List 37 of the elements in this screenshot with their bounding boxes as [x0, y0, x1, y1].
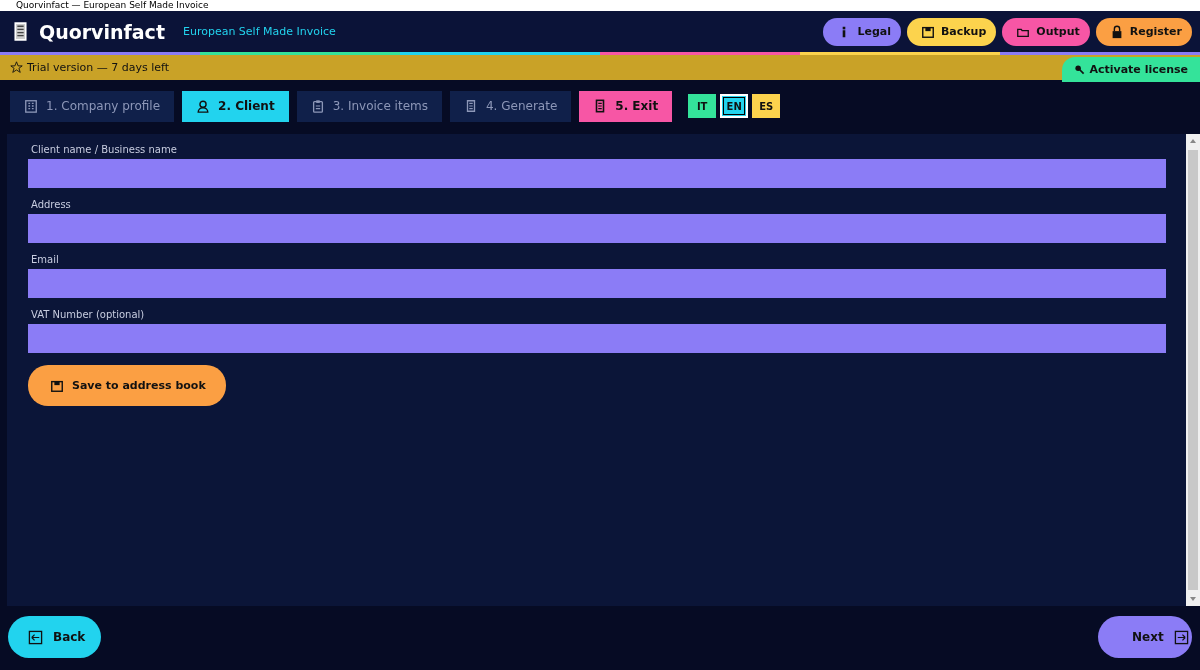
activate-license-button[interactable]: Activate license [1062, 57, 1200, 82]
field-label: Client name / Business name [30, 144, 178, 155]
field-label: Address [30, 199, 72, 210]
arrow-left-icon [28, 629, 43, 645]
language-button[interactable]: ES [752, 94, 781, 118]
input-field[interactable] [28, 269, 1166, 298]
clipboard-icon [310, 99, 325, 113]
language-button[interactable]: EN [720, 94, 749, 118]
header-button[interactable]: Output [1002, 17, 1090, 46]
scroll-icon [12, 21, 29, 42]
window-title: Quorvinfact — European Self Made Invoice [16, 0, 209, 11]
step-tab[interactable]: 4. Generate [449, 90, 572, 122]
building-icon [24, 99, 38, 113]
language-button[interactable]: IT [688, 94, 717, 118]
scrollbar[interactable] [1186, 134, 1200, 606]
step-tab[interactable]: 5. Exit [579, 90, 673, 122]
header-button[interactable]: Legal [823, 17, 901, 46]
input-field[interactable] [28, 214, 1166, 243]
field-label: Email [30, 254, 60, 265]
input-field[interactable] [28, 324, 1166, 353]
step-tab[interactable]: 3. Invoice items [296, 90, 442, 122]
star-icon [10, 61, 23, 74]
key-icon [1074, 64, 1086, 75]
back-button[interactable]: Back [8, 616, 101, 658]
app-subtitle: European Self Made Invoice [182, 25, 336, 38]
trial-status: Trial version — 7 days left [27, 61, 170, 74]
arrow-right-icon [1173, 629, 1189, 645]
input-field[interactable] [28, 159, 1166, 188]
save-button[interactable]: Save to address book [28, 365, 226, 406]
person-icon [196, 99, 211, 113]
header-button[interactable]: Register [1095, 17, 1192, 46]
app-title: Quorvinfact [39, 20, 165, 43]
next-button[interactable]: Next [1098, 616, 1192, 658]
step-tab[interactable]: 1. Company profile [10, 90, 175, 122]
header-button[interactable]: Backup [906, 17, 997, 46]
field-label: VAT Number (optional) [30, 309, 146, 320]
step-tab[interactable]: 2. Client [182, 90, 289, 122]
